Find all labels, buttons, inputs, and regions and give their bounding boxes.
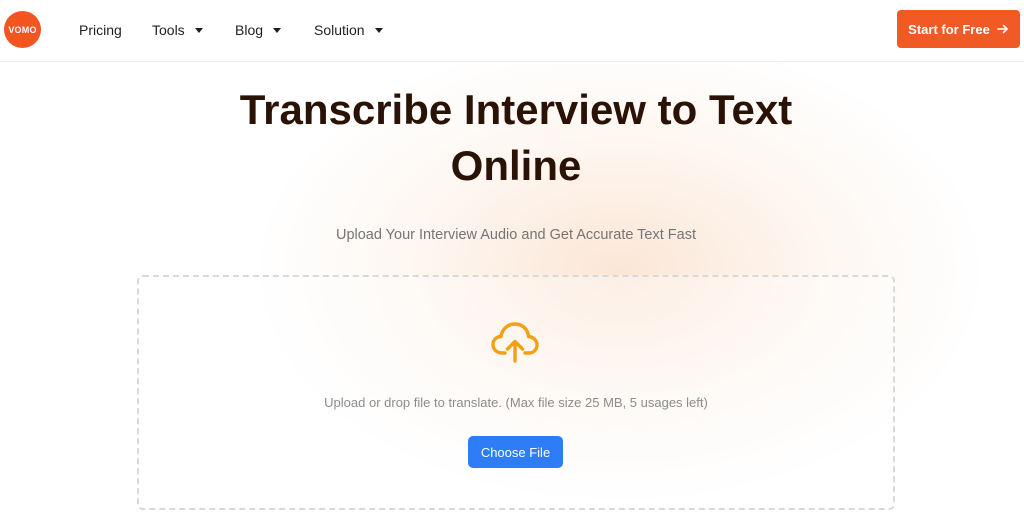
title-line-2: Online <box>450 142 582 189</box>
arrow-right-icon <box>997 24 1008 34</box>
nav-item-label: Tools <box>152 22 185 38</box>
nav-item-label: Pricing <box>79 22 122 38</box>
nav-item-tools[interactable]: Tools <box>152 20 203 40</box>
top-navbar: VOMO Pricing Tools Blog Solution Start f… <box>0 0 1024 62</box>
caret-down-icon <box>194 28 203 33</box>
caret-down-icon <box>374 28 383 33</box>
caret-down-icon <box>273 28 282 33</box>
nav-item-pricing[interactable]: Pricing <box>79 20 122 40</box>
nav-item-blog[interactable]: Blog <box>235 20 282 40</box>
choose-file-button[interactable]: Choose File <box>468 436 563 468</box>
choose-file-label: Choose File <box>480 444 551 460</box>
cloud-upload-icon <box>491 322 539 363</box>
nav-item-label: Solution <box>314 22 365 38</box>
title-line-1: Transcribe Interview to Text <box>239 86 793 133</box>
nav-item-solution[interactable]: Solution <box>314 20 383 40</box>
start-for-free-button[interactable]: Start for Free <box>897 10 1020 48</box>
page-title: Transcribe Interview to Text Online <box>0 82 1024 194</box>
vomo-logo[interactable]: VOMO <box>4 11 41 48</box>
cta-label: Start for Free <box>908 21 990 37</box>
nav-item-label: Blog <box>235 22 264 38</box>
upload-hint: Upload or drop file to translate. (Max f… <box>324 395 708 410</box>
logo-text: VOMO <box>8 24 37 35</box>
file-drop-zone[interactable] <box>137 275 895 510</box>
page-subtitle: Upload Your Interview Audio and Get Accu… <box>335 227 697 243</box>
page: VOMO Pricing Tools Blog Solution Start f… <box>0 0 1024 520</box>
